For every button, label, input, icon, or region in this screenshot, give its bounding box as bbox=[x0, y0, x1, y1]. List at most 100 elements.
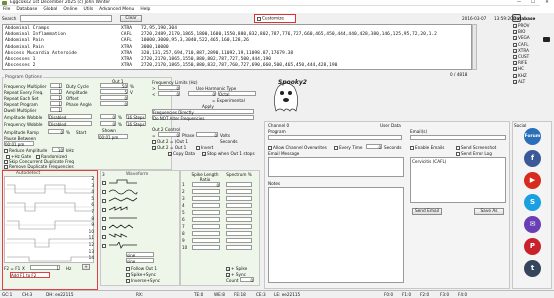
spectrum-input[interactable] bbox=[226, 245, 252, 250]
spike-length-input[interactable] bbox=[192, 210, 220, 215]
database-checkbox[interactable] bbox=[513, 30, 517, 35]
repeat-each-freq-input[interactable]: 1 bbox=[50, 89, 62, 95]
spectrum-input[interactable] bbox=[226, 238, 252, 243]
enable-emails-row[interactable]: Enable Emails bbox=[410, 145, 444, 150]
program-list-scrollbar[interactable] bbox=[472, 24, 477, 70]
waveform-checkbox[interactable] bbox=[102, 189, 106, 194]
inverse-row[interactable]: Inverse+Sync bbox=[126, 278, 160, 283]
program-list-item[interactable]: Abscesses 2 XTRA 2720,2170,1865,1550,880,8… bbox=[5, 63, 469, 69]
program-list[interactable]: Abdominal Cramps XTRA 72,95,190,304 Abdomin… bbox=[2, 24, 472, 70]
waveform-checkbox[interactable] bbox=[102, 198, 106, 203]
menu-item-file[interactable]: File bbox=[0, 6, 13, 13]
allow-overwrites-row[interactable]: Allow Channel Overwrites bbox=[268, 145, 327, 150]
spectrum-input[interactable] bbox=[226, 182, 252, 187]
out2-row-1[interactable]: Out 2 = (Out 1 bbox=[152, 139, 188, 144]
waveform-checkbox[interactable] bbox=[102, 243, 106, 248]
spectrum-input[interactable] bbox=[226, 231, 252, 236]
menu-item-advanced-menu[interactable]: Advanced Menu bbox=[96, 6, 137, 13]
waveform-checkbox[interactable] bbox=[102, 207, 106, 212]
menu-item-online[interactable]: Online bbox=[60, 6, 80, 13]
menu-item-utils[interactable]: Utils bbox=[81, 6, 97, 13]
emails-input[interactable] bbox=[410, 135, 506, 140]
every-time-row[interactable]: Every Time bbox=[334, 145, 362, 150]
remove-duplicates-row[interactable]: Remove Duplicate Frequencies bbox=[4, 164, 74, 169]
waveform-option[interactable] bbox=[102, 214, 178, 223]
amp-wobble-value[interactable]: 0 bbox=[100, 114, 116, 120]
shown-input[interactable]: 00:01 pm bbox=[98, 134, 128, 140]
database-checkbox[interactable] bbox=[513, 48, 517, 53]
search-input[interactable] bbox=[20, 15, 112, 22]
out2-waveform-select[interactable]: sine bbox=[126, 258, 154, 264]
spike-length-input[interactable] bbox=[192, 231, 220, 236]
forum-icon[interactable]: Forum bbox=[524, 128, 541, 145]
harmonic-x-input[interactable]: 0 bbox=[188, 91, 216, 97]
facebook-icon[interactable]: f bbox=[524, 150, 541, 167]
out2-val1-input[interactable]: 0 bbox=[158, 132, 180, 138]
spike-length-input[interactable] bbox=[192, 224, 220, 229]
send-error-log-row[interactable]: Send Error Log bbox=[456, 151, 492, 156]
plus-spike-row[interactable]: + Spike bbox=[226, 266, 247, 271]
waveform-option[interactable] bbox=[102, 241, 178, 250]
clear-button[interactable]: Clear bbox=[120, 15, 142, 22]
save-as-button[interactable]: Save As bbox=[474, 208, 504, 215]
spectrum-input[interactable] bbox=[226, 189, 252, 194]
waveform-option[interactable] bbox=[102, 232, 178, 241]
reduce-amplitude-input[interactable]: 10 bbox=[52, 147, 64, 153]
menu-item-global[interactable]: Global bbox=[40, 6, 60, 13]
menu-item-help[interactable]: Help bbox=[137, 6, 153, 13]
waveform-checkbox[interactable] bbox=[102, 180, 106, 185]
spike-length-input[interactable] bbox=[192, 217, 220, 222]
invert-row[interactable]: Invert bbox=[196, 145, 213, 150]
apply-select-2[interactable]: Do NOT Alter Frequencies bbox=[152, 115, 254, 121]
spike-length-input[interactable] bbox=[192, 189, 220, 194]
repeat-program-input[interactable]: 1 bbox=[50, 101, 62, 107]
dwell-multiplier-input[interactable]: 1 bbox=[50, 107, 62, 113]
apply-select-1[interactable]: Frequencies Directly bbox=[152, 109, 254, 115]
spectrum-input[interactable] bbox=[226, 217, 252, 222]
tumblr-icon[interactable]: t bbox=[524, 260, 541, 277]
channel-program-list[interactable]: Cervicitis (CAFL) bbox=[410, 157, 506, 203]
stop-row[interactable]: Stop when Out 1 stops bbox=[202, 151, 255, 156]
waveform-checkbox[interactable] bbox=[102, 216, 106, 221]
skype-icon[interactable]: S bbox=[524, 194, 541, 211]
add-button[interactable]: + bbox=[82, 264, 90, 270]
pinterest-icon[interactable]: P bbox=[524, 238, 541, 255]
program-select[interactable] bbox=[268, 135, 402, 140]
freq-multiplier-input[interactable]: 1 bbox=[50, 83, 62, 89]
email-icon[interactable]: ✉ bbox=[524, 216, 541, 233]
waveform-option[interactable] bbox=[102, 223, 178, 232]
duty-cycle-input[interactable]: 50 bbox=[100, 83, 128, 89]
camera-icon[interactable] bbox=[543, 37, 550, 42]
database-item-alt[interactable]: ALT bbox=[513, 79, 553, 85]
f2-select[interactable]: Add F1 to F2 bbox=[10, 272, 50, 278]
spike-length-input[interactable]: 0 bbox=[192, 182, 220, 188]
database-checkbox[interactable] bbox=[513, 36, 517, 41]
seconds-input[interactable]: 0 bbox=[366, 144, 382, 150]
spike-sync-row[interactable]: Spike+Sync bbox=[126, 272, 156, 277]
follow-row[interactable]: Follow Out 1 bbox=[126, 266, 157, 271]
amp-ramp-input[interactable]: 0 bbox=[48, 129, 64, 135]
waveform-option[interactable] bbox=[102, 205, 178, 214]
spectrum-input[interactable] bbox=[226, 196, 252, 201]
out1-waveform-select[interactable]: sine bbox=[126, 252, 154, 258]
youtube-icon[interactable]: ▶ bbox=[524, 172, 541, 189]
waveform-option[interactable] bbox=[102, 196, 178, 205]
pause-between-input[interactable]: 00:01 pm bbox=[4, 141, 34, 147]
x-value-input[interactable]: 1 bbox=[30, 265, 60, 271]
waveform-checkbox[interactable] bbox=[102, 234, 106, 239]
freq-wobble-select[interactable]: Disabled bbox=[48, 121, 92, 127]
spike-length-input[interactable] bbox=[192, 245, 220, 250]
database-checkbox[interactable] bbox=[513, 61, 517, 66]
database-checkbox[interactable] bbox=[513, 67, 517, 72]
notes-input[interactable] bbox=[268, 187, 404, 283]
amplitude-input[interactable]: 5 bbox=[100, 89, 128, 95]
harmonic-select[interactable]: Octal bbox=[218, 91, 256, 97]
phase-input[interactable]: 0 bbox=[196, 132, 218, 138]
spike-length-input[interactable] bbox=[192, 238, 220, 243]
freq-max-input[interactable]: 0 bbox=[158, 91, 180, 97]
amp-wobble-select[interactable]: Disabled bbox=[48, 114, 92, 120]
waveform-checkbox[interactable] bbox=[102, 225, 106, 230]
waveform-option[interactable] bbox=[102, 178, 178, 187]
customize-checkbox[interactable]: Customize bbox=[254, 14, 296, 23]
amp-wobble-steps[interactable]: 16 Steps bbox=[126, 114, 146, 120]
